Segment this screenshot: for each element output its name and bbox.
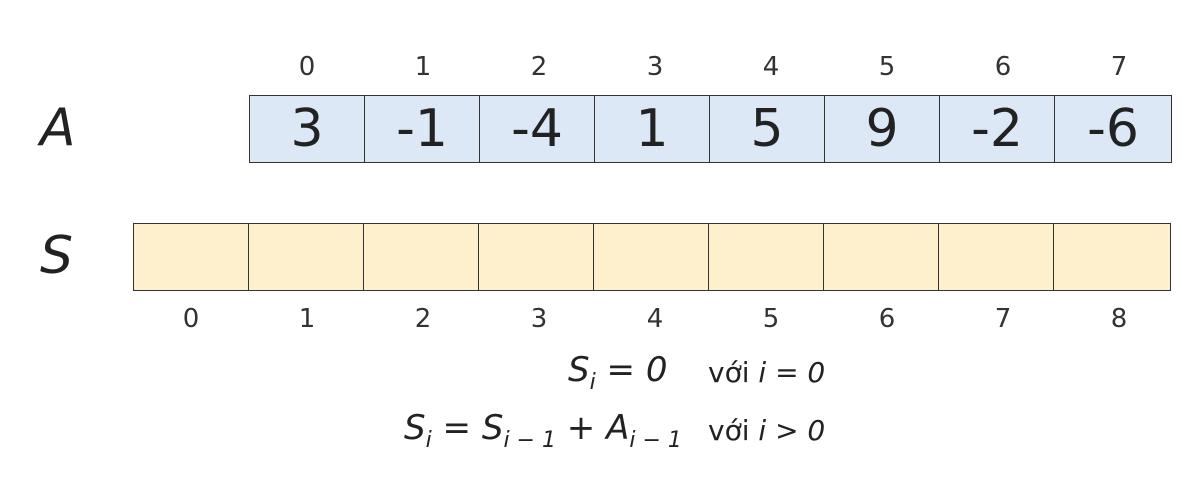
array-a-index: 6 bbox=[994, 52, 1012, 82]
formula-1-rhs: = 0 bbox=[606, 350, 668, 390]
array-s-index: 4 bbox=[646, 304, 664, 334]
condition-2-expr: i > 0 bbox=[758, 414, 826, 447]
formula-2-term2-sub: i − 1 bbox=[629, 427, 682, 453]
array-a-cell: -4 bbox=[480, 96, 595, 162]
array-s-cell bbox=[134, 224, 249, 290]
array-s-index: 3 bbox=[530, 304, 548, 334]
array-a: 3 -1 -4 1 5 9 -2 -6 bbox=[249, 95, 1172, 163]
condition-recurrence: với i > 0 bbox=[708, 414, 825, 447]
formula-2-eq: = bbox=[442, 408, 472, 448]
array-s-cell bbox=[709, 224, 824, 290]
condition-1-word: với bbox=[708, 356, 750, 389]
array-a-index: 0 bbox=[298, 52, 316, 82]
formula-2-term1-sub: i − 1 bbox=[503, 427, 556, 453]
array-a-name: A bbox=[40, 98, 76, 158]
array-a-cell: 9 bbox=[825, 96, 940, 162]
array-s bbox=[133, 223, 1171, 291]
array-a-cell: 5 bbox=[710, 96, 825, 162]
array-s-cell bbox=[364, 224, 479, 290]
array-a-index: 5 bbox=[878, 52, 896, 82]
array-s-name: S bbox=[40, 226, 74, 286]
array-a-cell: -6 bbox=[1087, 99, 1139, 159]
condition-2-word: với bbox=[708, 414, 750, 447]
array-a-cell: 3 bbox=[250, 96, 365, 162]
formula-1-lhs-sub: i bbox=[589, 369, 596, 395]
array-s-index: 8 bbox=[1110, 304, 1128, 334]
array-s-index: 5 bbox=[762, 304, 780, 334]
condition-1-expr: i = 0 bbox=[758, 356, 826, 389]
array-s-cell bbox=[939, 224, 1054, 290]
array-s-index: 7 bbox=[994, 304, 1012, 334]
formula-2-term1: S bbox=[481, 408, 504, 448]
array-a-index: 7 bbox=[1110, 52, 1128, 82]
formula-1-lhs: S bbox=[568, 350, 590, 390]
array-a-index: 2 bbox=[530, 52, 548, 82]
array-a-index: 1 bbox=[414, 52, 432, 82]
array-s-index: 6 bbox=[878, 304, 896, 334]
array-a-index: 3 bbox=[646, 52, 664, 82]
array-s-index: 2 bbox=[414, 304, 432, 334]
array-a-index: 4 bbox=[762, 52, 780, 82]
formula-base-case: Si = 0 bbox=[568, 350, 667, 395]
formula-2-term2: A bbox=[606, 408, 630, 448]
array-s-cell bbox=[479, 224, 594, 290]
array-s-cell bbox=[1054, 224, 1170, 290]
formula-2-lhs-sub: i bbox=[425, 427, 432, 453]
array-s-cell bbox=[824, 224, 939, 290]
condition-base-case: với i = 0 bbox=[708, 356, 825, 389]
array-s-index: 0 bbox=[182, 304, 200, 334]
array-s-cell bbox=[249, 224, 364, 290]
formula-recurrence: Si = Si − 1 + Ai − 1 bbox=[404, 408, 682, 453]
array-s-index: 1 bbox=[298, 304, 316, 334]
formula-2-lhs: S bbox=[404, 408, 426, 448]
array-a-cell: -2 bbox=[940, 96, 1055, 162]
array-a-cell: 1 bbox=[595, 96, 710, 162]
formula-2-plus: + bbox=[566, 408, 596, 448]
array-a-cell: -1 bbox=[365, 96, 480, 162]
array-s-cell bbox=[594, 224, 709, 290]
